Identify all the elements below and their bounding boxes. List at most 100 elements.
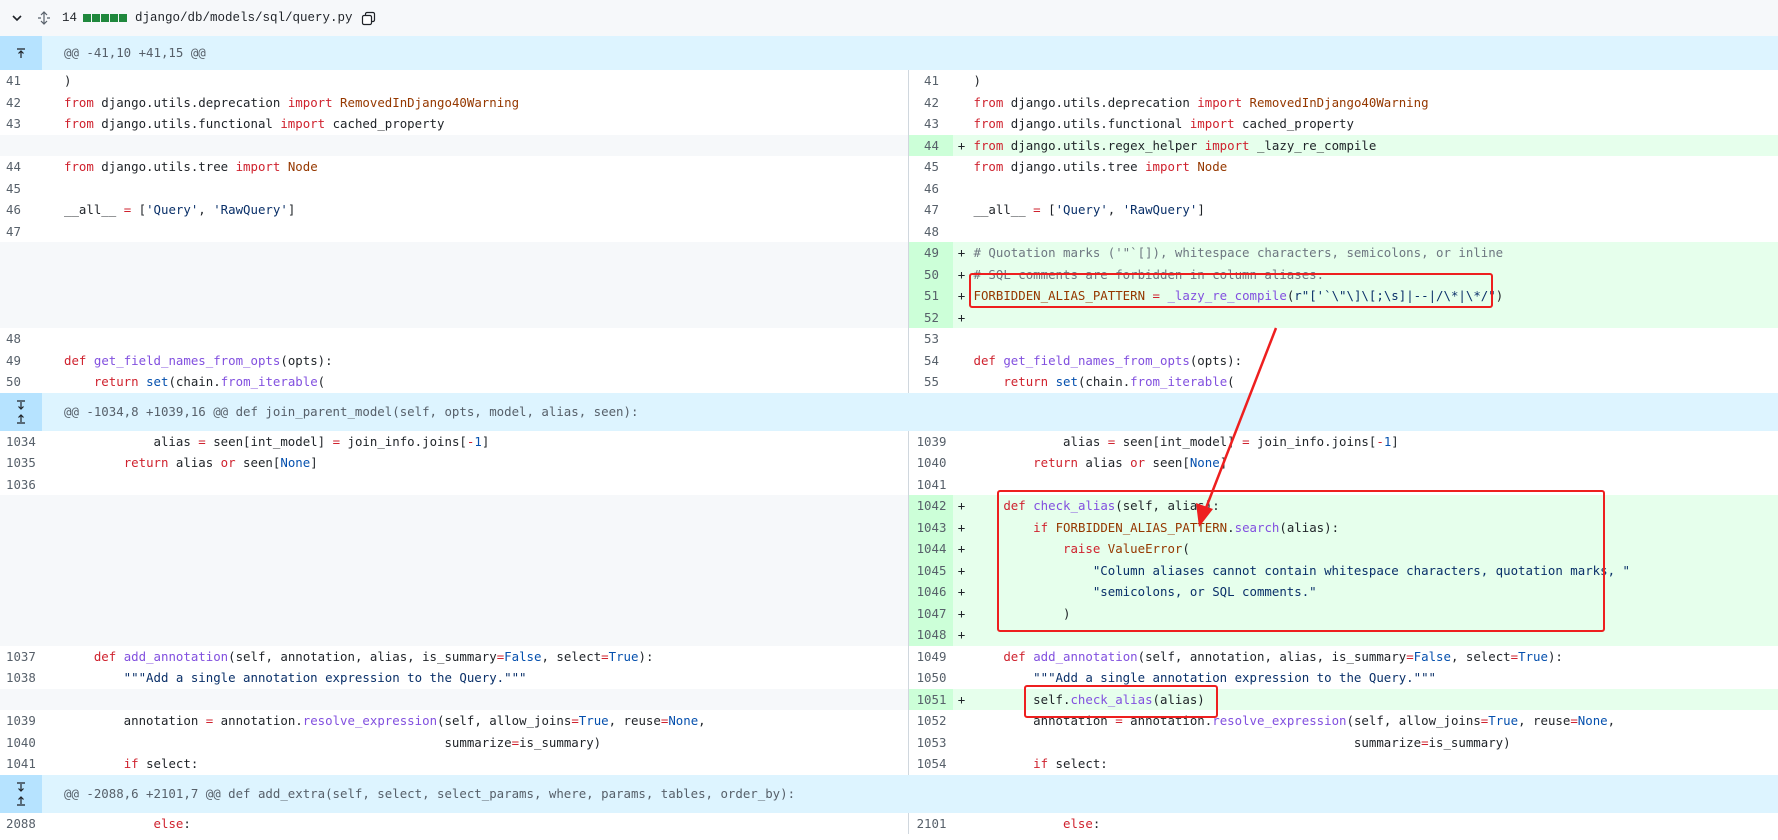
line-number[interactable]: 1051 (909, 688, 954, 710)
line-number[interactable]: 48 (0, 328, 44, 350)
line-number[interactable]: 1047 (909, 602, 954, 624)
expand-up-button[interactable] (0, 36, 42, 70)
line-number[interactable]: 1039 (0, 710, 44, 732)
line-number[interactable]: 1046 (909, 581, 954, 603)
code-line: FORBIDDEN_ALIAS_PATTERN = _lazy_re_compi… (973, 288, 1504, 303)
line-number[interactable]: 53 (909, 328, 953, 350)
line-number[interactable]: 42 (0, 92, 44, 114)
code-line: annotation = annotation.resolve_expressi… (973, 713, 1616, 728)
diff-row: 1035 return alias or seen[None] 1040 ret… (0, 452, 1778, 474)
diff-row: 1040 summarize=is_summary) 1053 summariz… (0, 731, 1778, 754)
line-number[interactable]: 1054 (909, 753, 953, 775)
diff-row: 1046 + "semicolons, or SQL comments." (0, 581, 1778, 603)
code-line: summarize=is_summary) (64, 734, 602, 750)
addition-marker: + (957, 584, 966, 599)
diff-row: 1037 def add_annotation(self, annotation… (0, 645, 1778, 668)
addition-marker: + (957, 627, 966, 642)
expand-both-button[interactable] (0, 392, 42, 431)
line-number[interactable]: 1044 (909, 538, 954, 560)
code-line: """Add a single annotation expression to… (64, 670, 527, 685)
line-number[interactable]: 54 (909, 350, 953, 372)
line-number[interactable]: 44 (0, 156, 44, 178)
file-path[interactable]: django/db/models/sql/query.py (135, 11, 353, 25)
addition-marker: + (957, 605, 966, 621)
line-number[interactable]: 44 (909, 134, 954, 156)
code-line: def get_field_names_from_opts(opts): (64, 352, 333, 368)
diff-row: 49 def get_field_names_from_opts(opts): 5… (0, 349, 1778, 372)
code-line: if FORBIDDEN_ALIAS_PATTERN.search(alias)… (1033, 519, 1340, 535)
split-diff: @@ -41,10 +41,15 @@ 41) 41) 42 from djang… (0, 36, 1778, 834)
copy-icon[interactable] (361, 10, 377, 26)
line-number[interactable]: 1038 (0, 667, 44, 689)
line-number[interactable]: 1053 (909, 732, 953, 754)
diff-row: 41) 41) (0, 70, 1778, 92)
line-number[interactable]: 1049 (909, 646, 953, 668)
file-header: 14 django/db/models/sql/query.py (0, 0, 1778, 37)
code-line: if select: (123, 756, 199, 771)
code-line: annotation = annotation.resolve_expressi… (64, 713, 706, 728)
line-number[interactable]: 1039 (909, 431, 953, 453)
line-number[interactable]: 45 (909, 156, 953, 178)
code-line: from django.utils.functional import cach… (973, 116, 1354, 131)
line-number[interactable]: 1036 (0, 474, 44, 496)
addition-marker: + (957, 245, 966, 260)
diff-row: 42 from django.utils.deprecation import R… (0, 91, 1778, 114)
code-line: ) (64, 73, 72, 88)
line-number[interactable]: 2088 (0, 813, 44, 835)
line-number[interactable]: 41 (909, 70, 953, 92)
line-number[interactable]: 43 (909, 113, 953, 135)
line-number[interactable]: 2101 (909, 813, 953, 835)
line-number[interactable]: 42 (909, 92, 953, 114)
line-number[interactable]: 1037 (0, 646, 44, 668)
hunk-header-text: @@ -1034,8 +1039,16 @@ def join_parent_m… (64, 403, 639, 419)
line-number[interactable]: 49 (909, 242, 954, 264)
diff-row: 48 53 (0, 328, 1778, 350)
line-number[interactable]: 41 (0, 70, 44, 92)
line-number[interactable]: 1041 (909, 474, 953, 496)
diff-row: 47 48 (0, 220, 1778, 243)
line-number[interactable]: 55 (909, 371, 953, 393)
code-line: summarize=is_summary) (973, 734, 1511, 750)
code-line: __all__ = ['Query', 'RawQuery'] (973, 202, 1205, 217)
code-line: return set(chain.from_iterable( (1003, 374, 1235, 389)
line-number[interactable]: 43 (0, 113, 44, 135)
line-number[interactable]: 51 (909, 285, 954, 307)
diff-row: 1047 + ) (0, 602, 1778, 624)
line-number[interactable]: 46 (909, 178, 953, 200)
unfold-icon[interactable] (36, 10, 52, 26)
line-number[interactable]: 1041 (0, 753, 44, 775)
line-number[interactable]: 1052 (909, 710, 953, 732)
line-number[interactable]: 47 (909, 199, 953, 221)
diff-row: 1036 1041 (0, 473, 1778, 496)
line-number[interactable]: 1050 (909, 667, 953, 689)
line-number[interactable]: 1034 (0, 431, 44, 453)
line-number[interactable]: 50 (909, 263, 954, 285)
line-number[interactable]: 1045 (909, 559, 954, 581)
diff-row: 52 + (0, 306, 1778, 328)
diff-row: 1041 if select: 1054 if select: (0, 753, 1778, 775)
addition-marker: + (957, 562, 966, 578)
chevron-down-icon[interactable] (10, 11, 24, 25)
diff-row: 44 + from django.utils.regex_helper import… (0, 134, 1778, 156)
line-number[interactable]: 1048 (909, 624, 954, 646)
code-line: alias = seen[int_model] = join_info.join… (64, 433, 490, 449)
diff-row: 46 __all__ = ['Query', 'RawQuery'] 47 __al… (0, 199, 1778, 221)
line-number[interactable]: 1042 (909, 495, 954, 517)
line-number[interactable]: 49 (0, 350, 44, 372)
line-number[interactable]: 1040 (909, 452, 953, 474)
line-number[interactable]: 47 (0, 221, 44, 243)
line-number[interactable]: 50 (0, 371, 44, 393)
diff-row: 43 from django.utils.functional import ca… (0, 113, 1778, 135)
line-number[interactable]: 1043 (909, 516, 954, 538)
expand-both-button[interactable] (0, 774, 42, 813)
line-number[interactable]: 48 (909, 221, 953, 243)
diff-row: 1039 annotation = annotation.resolve_exp… (0, 710, 1778, 732)
hunk-header: @@ -41,10 +41,15 @@ (0, 36, 1778, 70)
line-number[interactable]: 1035 (0, 452, 44, 474)
code-line: __all__ = ['Query', 'RawQuery'] (64, 202, 296, 217)
line-number[interactable]: 45 (0, 178, 44, 200)
code-line: return set(chain.from_iterable( (93, 374, 326, 389)
line-number[interactable]: 52 (909, 306, 954, 328)
line-number[interactable]: 1040 (0, 732, 44, 754)
line-number[interactable]: 46 (0, 199, 44, 221)
